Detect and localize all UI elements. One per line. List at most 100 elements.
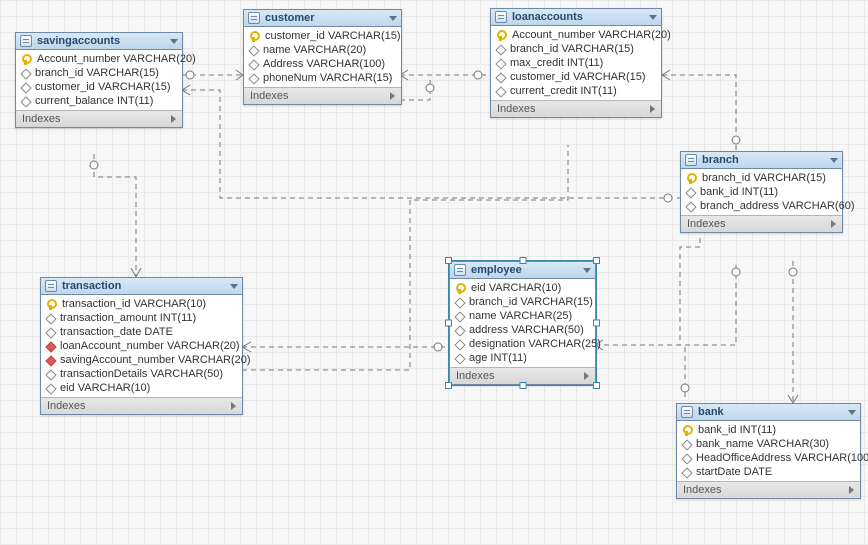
- table-savingaccounts[interactable]: savingaccounts Account_number VARCHAR(20…: [15, 32, 183, 128]
- table-header[interactable]: transaction: [41, 278, 242, 295]
- table-header[interactable]: branch: [681, 152, 842, 169]
- diamond-icon: [495, 86, 506, 97]
- chevron-down-icon[interactable]: [848, 410, 856, 415]
- resize-handle[interactable]: [519, 382, 526, 389]
- table-column[interactable]: phoneNum VARCHAR(15): [244, 71, 401, 85]
- table-loanaccounts[interactable]: loanaccounts Account_number VARCHAR(20) …: [490, 8, 662, 118]
- table-column[interactable]: current_balance INT(11): [16, 94, 182, 108]
- table-column[interactable]: savingAccount_number VARCHAR(20): [41, 353, 242, 367]
- table-icon: [685, 154, 697, 166]
- table-column[interactable]: address VARCHAR(50): [450, 323, 595, 337]
- table-column[interactable]: loanAccount_number VARCHAR(20): [41, 339, 242, 353]
- indexes-footer[interactable]: Indexes: [491, 100, 661, 117]
- table-column[interactable]: current_credit INT(11): [491, 84, 661, 98]
- diamond-icon: [454, 339, 465, 350]
- table-column[interactable]: max_credit INT(11): [491, 56, 661, 70]
- table-column[interactable]: Account_number VARCHAR(20): [491, 28, 661, 42]
- chevron-down-icon[interactable]: [830, 158, 838, 163]
- table-column[interactable]: Address VARCHAR(100): [244, 57, 401, 71]
- table-icon: [248, 12, 260, 24]
- key-icon: [249, 31, 260, 42]
- chevron-down-icon[interactable]: [583, 268, 591, 273]
- table-title: transaction: [62, 280, 121, 292]
- chevron-down-icon[interactable]: [170, 39, 178, 44]
- resize-handle[interactable]: [445, 257, 452, 264]
- chevron-right-icon: [584, 372, 589, 380]
- table-header[interactable]: loanaccounts: [491, 9, 661, 26]
- table-column[interactable]: bank_id INT(11): [677, 423, 860, 437]
- chevron-down-icon[interactable]: [230, 284, 238, 289]
- chevron-down-icon[interactable]: [389, 16, 397, 21]
- table-column[interactable]: eid VARCHAR(10): [450, 281, 595, 295]
- table-employee[interactable]: employee eid VARCHAR(10) branch_id VARCH…: [449, 261, 596, 385]
- table-column[interactable]: branch_id VARCHAR(15): [681, 171, 842, 185]
- table-column[interactable]: branch_id VARCHAR(15): [16, 66, 182, 80]
- table-column[interactable]: transaction_amount INT(11): [41, 311, 242, 325]
- table-column[interactable]: designation VARCHAR(25): [450, 337, 595, 351]
- diamond-icon: [20, 82, 31, 93]
- diamond-icon: [685, 187, 696, 198]
- diamond-icon: [45, 355, 56, 366]
- table-column[interactable]: transaction_id VARCHAR(10): [41, 297, 242, 311]
- resize-handle[interactable]: [593, 320, 600, 327]
- chevron-right-icon: [849, 486, 854, 494]
- diamond-icon: [45, 313, 56, 324]
- table-column[interactable]: eid VARCHAR(10): [41, 381, 242, 395]
- table-column[interactable]: branch_id VARCHAR(15): [491, 42, 661, 56]
- table-column[interactable]: bank_id INT(11): [681, 185, 842, 199]
- diamond-icon: [495, 44, 506, 55]
- diamond-icon: [45, 369, 56, 380]
- table-column[interactable]: branch_address VARCHAR(60): [681, 199, 842, 213]
- indexes-footer[interactable]: Indexes: [41, 397, 242, 414]
- table-column[interactable]: customer_id VARCHAR(15): [491, 70, 661, 84]
- table-header[interactable]: bank: [677, 404, 860, 421]
- diamond-icon: [685, 201, 696, 212]
- key-icon: [21, 54, 32, 65]
- table-title: loanaccounts: [512, 11, 583, 23]
- chevron-right-icon: [831, 220, 836, 228]
- indexes-footer[interactable]: Indexes: [16, 110, 182, 127]
- chevron-right-icon: [650, 105, 655, 113]
- table-header[interactable]: employee: [450, 262, 595, 279]
- resize-handle[interactable]: [445, 382, 452, 389]
- table-transaction[interactable]: transaction transaction_id VARCHAR(10) t…: [40, 277, 243, 415]
- resize-handle[interactable]: [593, 257, 600, 264]
- table-column[interactable]: transaction_date DATE: [41, 325, 242, 339]
- chevron-right-icon: [390, 92, 395, 100]
- indexes-footer[interactable]: Indexes: [677, 481, 860, 498]
- table-branch[interactable]: branch branch_id VARCHAR(15) bank_id INT…: [680, 151, 843, 233]
- table-column[interactable]: customer_id VARCHAR(15): [16, 80, 182, 94]
- diamond-icon: [454, 311, 465, 322]
- diamond-icon: [454, 353, 465, 364]
- resize-handle[interactable]: [593, 382, 600, 389]
- table-column[interactable]: branch_id VARCHAR(15): [450, 295, 595, 309]
- table-title: customer: [265, 12, 315, 24]
- table-column[interactable]: bank_name VARCHAR(30): [677, 437, 860, 451]
- indexes-footer[interactable]: Indexes: [681, 215, 842, 232]
- table-bank[interactable]: bank bank_id INT(11) bank_name VARCHAR(3…: [676, 403, 861, 499]
- table-header[interactable]: savingaccounts: [16, 33, 182, 50]
- diamond-icon: [45, 327, 56, 338]
- table-column[interactable]: name VARCHAR(25): [450, 309, 595, 323]
- chevron-right-icon: [231, 402, 236, 410]
- table-icon: [20, 35, 32, 47]
- table-customer[interactable]: customer customer_id VARCHAR(15) name VA…: [243, 9, 402, 105]
- table-header[interactable]: customer: [244, 10, 401, 27]
- table-icon: [681, 406, 693, 418]
- table-icon: [45, 280, 57, 292]
- key-icon: [455, 283, 466, 294]
- table-column[interactable]: age INT(11): [450, 351, 595, 365]
- resize-handle[interactable]: [445, 320, 452, 327]
- table-column[interactable]: Account_number VARCHAR(20): [16, 52, 182, 66]
- key-icon: [686, 173, 697, 184]
- table-column[interactable]: HeadOfficeAddress VARCHAR(100): [677, 451, 860, 465]
- chevron-down-icon[interactable]: [649, 15, 657, 20]
- indexes-footer[interactable]: Indexes: [244, 87, 401, 104]
- table-column[interactable]: customer_id VARCHAR(15): [244, 29, 401, 43]
- resize-handle[interactable]: [519, 257, 526, 264]
- table-column[interactable]: name VARCHAR(20): [244, 43, 401, 57]
- table-icon: [454, 264, 466, 276]
- columns-list: Account_number VARCHAR(20) branch_id VAR…: [16, 50, 182, 110]
- table-column[interactable]: transactionDetails VARCHAR(50): [41, 367, 242, 381]
- table-column[interactable]: startDate DATE: [677, 465, 860, 479]
